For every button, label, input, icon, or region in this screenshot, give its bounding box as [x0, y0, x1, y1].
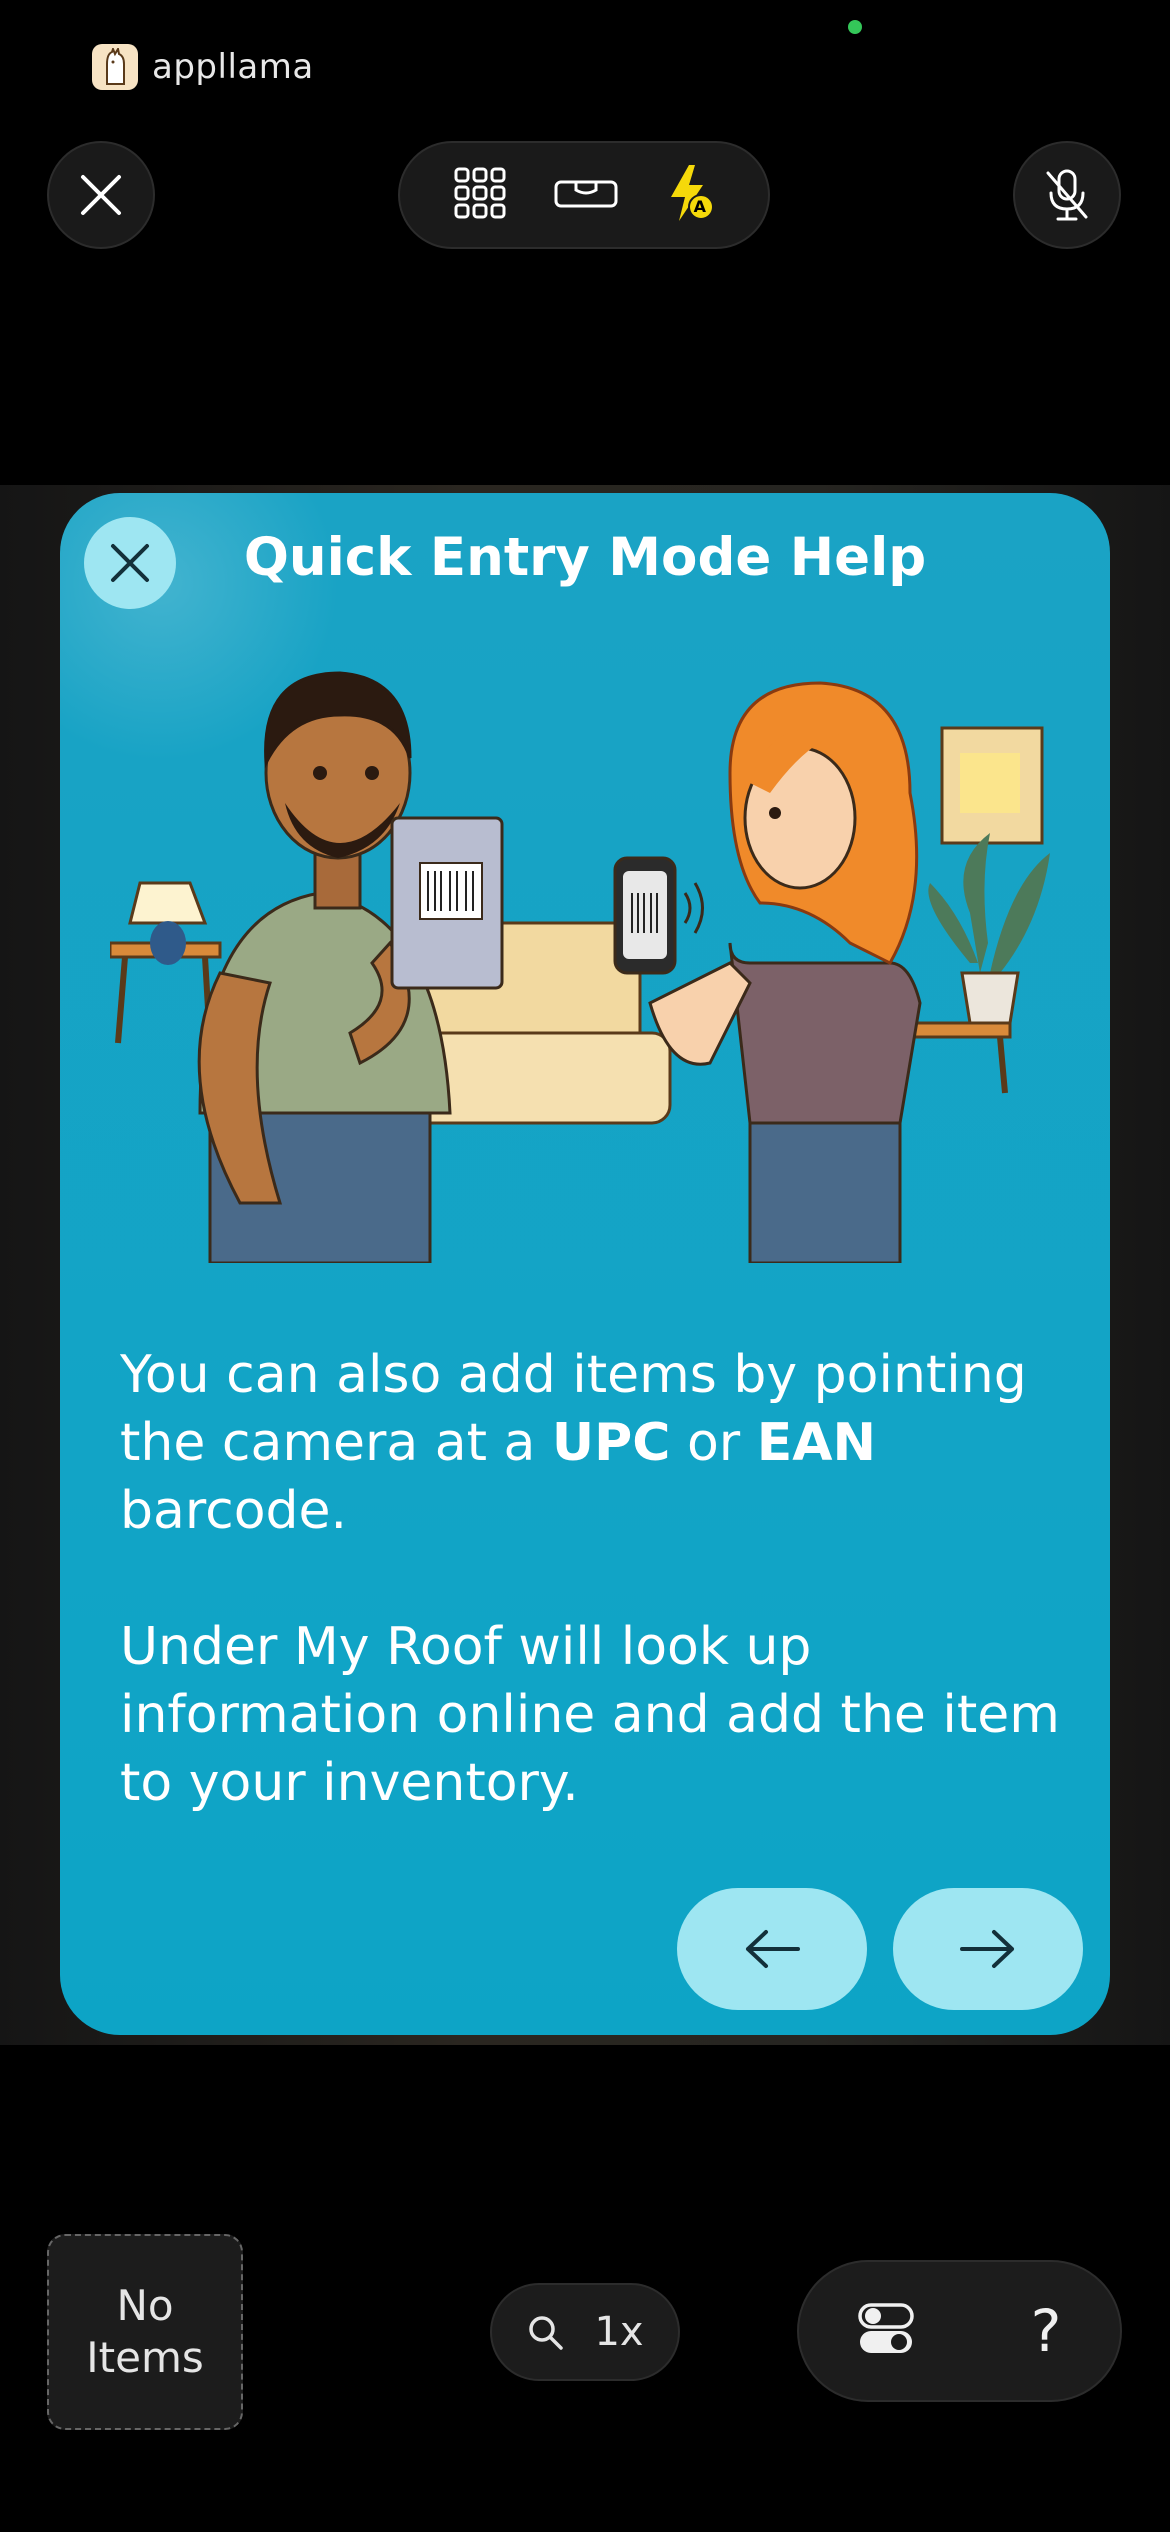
- camera-controls-pill: A: [398, 141, 770, 249]
- grid-icon: [454, 167, 506, 219]
- items-count-line2: Items: [86, 2333, 204, 2382]
- toggle-settings-icon: [857, 2303, 914, 2353]
- help-dialog: Quick Entry Mode Help You can also add i…: [60, 493, 1110, 2035]
- arrow-right-icon: [960, 1930, 1014, 1968]
- dialog-title: Quick Entry Mode Help: [243, 527, 927, 588]
- close-icon: [81, 175, 121, 215]
- arrow-left-icon: [746, 1930, 800, 1968]
- tools-pill: ?: [797, 2260, 1122, 2402]
- level-button[interactable]: [554, 176, 618, 214]
- mute-microphone-button[interactable]: [1013, 141, 1121, 249]
- flash-button[interactable]: A: [665, 163, 715, 227]
- camera-active-indicator: [848, 20, 862, 34]
- level-icon: [554, 180, 618, 208]
- barcode-scanning-illustration: [110, 671, 1050, 1263]
- flash-auto-badge: A: [693, 197, 707, 216]
- grid-button[interactable]: [453, 166, 507, 224]
- help-button[interactable]: ?: [1031, 2297, 1062, 2365]
- items-count-line1: No: [116, 2281, 174, 2330]
- brand-name: appllama: [152, 47, 314, 87]
- settings-toggle-button[interactable]: [857, 2301, 914, 2361]
- next-page-button[interactable]: [893, 1888, 1083, 2010]
- captured-items-tray[interactable]: No Items: [47, 2234, 243, 2430]
- previous-page-button[interactable]: [677, 1888, 867, 2010]
- llama-logo-icon: [92, 44, 138, 90]
- close-camera-button[interactable]: [47, 141, 155, 249]
- help-paragraph-barcode: You can also add items by pointing the c…: [120, 1345, 1027, 1541]
- search-icon: [529, 2316, 564, 2350]
- help-paragraph-lookup: Under My Roof will look up information o…: [120, 1617, 1060, 1813]
- zoom-level: 1x: [594, 2309, 644, 2355]
- zoom-button[interactable]: 1x: [490, 2283, 680, 2381]
- brand-header: appllama: [92, 44, 314, 90]
- help-body: You can also add items by pointing the c…: [120, 1341, 1060, 1885]
- flash-auto-icon: [670, 165, 714, 221]
- mic-off-icon: [1046, 169, 1088, 221]
